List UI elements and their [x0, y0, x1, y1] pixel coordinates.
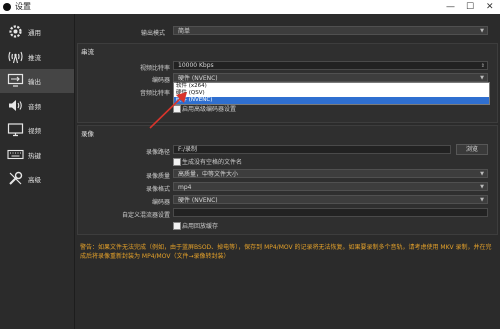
output-mode-value: 简单	[178, 28, 191, 35]
output-mode-select[interactable]: 简单 ▼	[173, 26, 488, 35]
dropdown-option-qsv[interactable]: 硬件 (QSV)	[174, 90, 489, 97]
mp4-warning-text: 警告：如果文件无法完成（例如，由于蓝屏BSOD、掉电等），保存到 MP4/MOV…	[80, 244, 492, 260]
sidebar-item-label: 视频	[28, 127, 41, 135]
sidebar-item-label: 热键	[28, 152, 41, 160]
chevron-down-icon: ▼	[480, 171, 484, 177]
stream-encoder-value: 硬件 (NVENC)	[178, 75, 218, 82]
sidebar-item-label: 通用	[28, 29, 41, 37]
minimize-button[interactable]: —	[446, 0, 455, 14]
output-icon	[7, 72, 24, 89]
recording-path-label: 录像路径	[145, 149, 170, 156]
close-button[interactable]: ✕	[486, 0, 494, 14]
sidebar-item-audio[interactable]: 音频	[0, 94, 74, 118]
recording-quality-value: 高质量，中等文件大小	[178, 171, 239, 178]
stream-encoder-select[interactable]: 硬件 (NVENC) ▼	[173, 73, 488, 82]
recording-quality-label: 录像质量	[145, 173, 170, 180]
video-bitrate-input[interactable]: 10000 Kbps ⇕	[173, 61, 488, 70]
recording-encoder-select[interactable]: 硬件 (NVENC) ▼	[173, 195, 488, 204]
settings-sidebar: 通用 推流 输出 音频 视频 热键 高级	[0, 14, 75, 329]
spinner-arrows-icon[interactable]: ⇕	[481, 62, 485, 70]
custom-muxer-input[interactable]	[173, 208, 488, 217]
dropdown-option-x264[interactable]: 软件 (x264)	[174, 83, 489, 90]
recording-format-label: 录像格式	[145, 186, 170, 193]
dropdown-option-nvenc[interactable]: 硬件 (NVENC)	[174, 97, 489, 104]
video-bitrate-label: 视频比特率	[139, 65, 170, 72]
replay-buffer-checkbox[interactable]	[173, 222, 181, 230]
recording-section-title: 录像	[81, 130, 94, 138]
sidebar-item-advanced[interactable]: 高级	[0, 167, 74, 191]
sidebar-item-video[interactable]: 视频	[0, 118, 74, 142]
output-mode-label: 输出模式	[140, 30, 165, 37]
recording-encoder-label: 编码器	[151, 199, 170, 206]
advanced-encoder-checkbox[interactable]	[173, 105, 181, 113]
custom-muxer-label: 自定义混流器设置	[121, 212, 170, 219]
replay-buffer-label: 启用回放缓存	[182, 223, 219, 230]
gear-icon	[7, 23, 24, 40]
recording-format-value: mp4	[178, 184, 192, 191]
recording-format-select[interactable]: mp4 ▼	[173, 182, 488, 191]
no-space-filename-label: 生成没有空格的文件名	[182, 159, 243, 166]
browse-button[interactable]: 浏览	[456, 144, 488, 155]
recording-encoder-value: 硬件 (NVENC)	[178, 197, 218, 204]
window-title: 设置	[15, 2, 31, 11]
monitor-icon	[7, 121, 24, 138]
sidebar-item-label: 输出	[28, 78, 41, 86]
recording-quality-select[interactable]: 高质量，中等文件大小 ▼	[173, 169, 488, 178]
chevron-down-icon: ▼	[480, 184, 484, 190]
no-space-filename-checkbox[interactable]	[173, 158, 181, 166]
chevron-down-icon: ▼	[480, 197, 484, 203]
streaming-section-title: 串流	[81, 48, 94, 56]
broadcast-icon	[7, 48, 24, 65]
sidebar-item-output[interactable]: 输出	[0, 69, 74, 93]
recording-path-input[interactable]: F:/录制	[173, 145, 451, 154]
recording-path-value: F:/录制	[178, 146, 198, 153]
obs-logo-icon	[3, 3, 11, 11]
video-bitrate-value: 10000 Kbps	[178, 62, 214, 69]
title-bar: 设置 — ☐ ✕	[0, 0, 500, 14]
sidebar-item-hotkeys[interactable]: 热键	[0, 143, 74, 167]
sidebar-item-stream[interactable]: 推流	[0, 45, 74, 69]
encoder-dropdown-list[interactable]: 软件 (x264) 硬件 (QSV) 硬件 (NVENC)	[173, 82, 490, 105]
audio-bitrate-label: 音频比特率	[139, 90, 170, 97]
sidebar-item-label: 推流	[28, 54, 41, 62]
keyboard-icon	[7, 146, 24, 163]
sidebar-item-label: 高级	[28, 176, 41, 184]
advanced-encoder-label: 启用高级编码器设置	[182, 106, 237, 113]
sidebar-item-general[interactable]: 通用	[0, 20, 74, 44]
sidebar-item-label: 音频	[28, 103, 41, 111]
maximize-button[interactable]: ☐	[466, 0, 474, 14]
stream-encoder-label: 编码器	[151, 77, 170, 84]
wrench-icon	[7, 170, 24, 187]
chevron-down-icon: ▼	[480, 28, 484, 34]
speaker-icon	[7, 97, 24, 114]
